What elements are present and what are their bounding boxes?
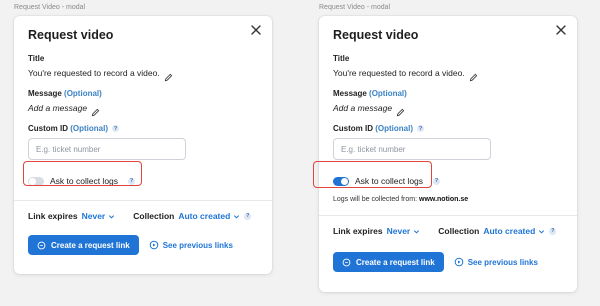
see-previous-links-link[interactable]: See previous links (454, 257, 538, 267)
close-icon[interactable] (250, 24, 262, 36)
message-value[interactable]: Add a message (333, 103, 392, 113)
custom-id-input[interactable]: E.g. ticket number (28, 138, 186, 160)
help-icon[interactable]: ? (417, 125, 425, 133)
help-icon[interactable]: ? (112, 125, 120, 133)
title-value: You're requested to record a video. (333, 68, 465, 78)
toggle-highlight-outline (23, 161, 142, 186)
help-icon[interactable]: ? (244, 212, 252, 220)
video-history-icon (454, 257, 464, 267)
pencil-icon[interactable] (469, 69, 478, 81)
pencil-icon[interactable] (164, 69, 173, 81)
collection-label: Collection (133, 211, 175, 221)
create-request-link-label: Create a request link (356, 257, 435, 267)
message-value[interactable]: Add a message (28, 103, 87, 113)
message-optional-label: (Optional) (64, 89, 102, 98)
title-label: Title (28, 54, 45, 63)
custom-id-optional-label: (Optional) (70, 124, 109, 133)
collection-label: Collection (438, 226, 480, 236)
chevron-down-icon (539, 229, 545, 234)
message-label: Message (28, 89, 62, 98)
frame-label-1: Request Video - modal (14, 4, 86, 11)
help-icon[interactable]: ? (433, 177, 441, 185)
logs-note-domain: www.notion.se (419, 196, 469, 203)
modal-title: Request video (333, 28, 419, 42)
logs-collection-note: Logs will be collected from: www.notion.… (333, 196, 563, 203)
link-expires-dropdown[interactable]: Never (82, 211, 116, 221)
video-history-icon (149, 240, 159, 250)
pencil-icon[interactable] (396, 104, 405, 116)
link-expires-dropdown[interactable]: Never (387, 226, 421, 236)
custom-id-input[interactable]: E.g. ticket number (333, 138, 491, 160)
chevron-down-icon (109, 214, 115, 219)
create-request-link-button[interactable]: Create a request link (28, 235, 139, 255)
link-expires-label: Link expires (333, 226, 383, 236)
divider (319, 215, 577, 216)
modal-title: Request video (28, 28, 114, 42)
collection-dropdown[interactable]: Auto created (178, 211, 240, 221)
divider (14, 200, 272, 201)
chat-bubble-icon (342, 258, 351, 266)
help-icon[interactable]: ? (549, 227, 557, 235)
chat-bubble-icon (37, 241, 46, 249)
logs-note-prefix: Logs will be collected from: (333, 196, 418, 203)
collection-value: Auto created (483, 226, 536, 236)
create-request-link-button[interactable]: Create a request link (333, 252, 444, 272)
link-expires-value: Never (386, 226, 411, 236)
title-label: Title (333, 54, 350, 63)
custom-id-label: Custom ID (28, 124, 68, 133)
title-value: You're requested to record a video. (28, 68, 160, 78)
toggle-highlight-outline (313, 161, 432, 188)
custom-id-optional-label: (Optional) (375, 124, 414, 133)
see-previous-links-label: See previous links (162, 240, 233, 250)
see-previous-links-link[interactable]: See previous links (149, 240, 233, 250)
collection-dropdown[interactable]: Auto created (483, 226, 545, 236)
create-request-link-label: Create a request link (51, 240, 130, 250)
request-video-modal-logs-on: Request video Title You're requested to … (319, 16, 577, 292)
message-label: Message (333, 89, 367, 98)
message-optional-label: (Optional) (369, 89, 407, 98)
close-icon[interactable] (555, 24, 567, 36)
collection-value: Auto created (178, 211, 231, 221)
see-previous-links-label: See previous links (467, 257, 538, 267)
request-video-modal-logs-off: Request video Title You're requested to … (14, 16, 272, 274)
chevron-down-icon (414, 229, 420, 234)
chevron-down-icon (234, 214, 240, 219)
link-expires-value: Never (81, 211, 106, 221)
link-expires-label: Link expires (28, 211, 78, 221)
frame-label-2: Request Video - modal (319, 4, 391, 11)
pencil-icon[interactable] (91, 104, 100, 116)
custom-id-label: Custom ID (333, 124, 373, 133)
